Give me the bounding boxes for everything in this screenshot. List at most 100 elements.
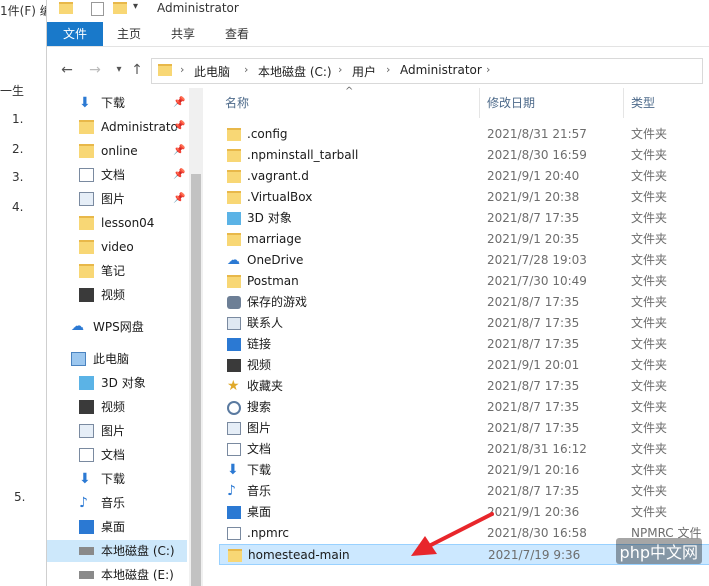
computer-icon [71,352,86,366]
3d-objects-icon [79,376,94,390]
up-button[interactable]: ↑ [127,60,147,80]
explorer-window: ▾ Administrator 文件 主页 共享 查看 ← → ▾ ↑ › 此电… [46,0,709,586]
file-row[interactable]: 视频 2021/9/1 20:01 文件夹 [219,355,709,376]
column-header-date[interactable]: 修改日期 [487,94,535,111]
sidebar-item-online[interactable]: online 📌 [47,140,187,162]
recent-locations-button[interactable]: ▾ [109,60,129,80]
sidebar-item-downloads-pc[interactable]: ⬇ 下载 [47,468,187,490]
folder-icon [227,191,241,204]
background-tree-item: 2. [12,142,24,156]
sidebar-item-documents-pc[interactable]: 文档 [47,444,187,466]
sidebar-item-administrator[interactable]: Administrato 📌 [47,116,187,138]
ribbon: 文件 主页 共享 查看 [47,22,709,47]
download-icon: ⬇ [79,95,91,111]
background-tree-item: 5. [14,490,26,504]
address-bar[interactable]: › 此电脑 › 本地磁盘 (C:) › 用户 › Administrator › [151,58,703,84]
tab-home[interactable]: 主页 [103,22,155,46]
file-row[interactable]: ★ 收藏夹 2021/8/7 17:35 文件夹 [219,376,709,397]
document-icon [79,448,94,462]
file-row[interactable]: .VirtualBox 2021/9/1 20:38 文件夹 [219,187,709,208]
sidebar-item-lesson04[interactable]: lesson04 [47,212,187,234]
title-bar: ▾ Administrator [47,0,709,20]
chevron-down-icon[interactable]: ▾ [133,1,138,12]
file-row[interactable]: marriage 2021/9/1 20:35 文件夹 [219,229,709,250]
tab-file[interactable]: 文件 [47,22,103,46]
contacts-icon [227,317,241,330]
tab-share[interactable]: 共享 [157,22,209,46]
document-icon [227,443,241,456]
video-icon [79,288,94,302]
file-row[interactable]: 链接 2021/8/7 17:35 文件夹 [219,334,709,355]
sidebar-item-pictures-pc[interactable]: 图片 [47,420,187,442]
tab-view[interactable]: 查看 [211,22,263,46]
folder-icon [59,2,73,14]
sidebar-item-local-disk-c[interactable]: 本地磁盘 (C:) [47,540,187,562]
back-button[interactable]: ← [57,60,77,80]
sidebar-item-pictures[interactable]: 图片 📌 [47,188,187,210]
forward-button[interactable]: → [85,60,105,80]
sidebar-item-notes[interactable]: 笔记 [47,260,187,282]
file-row[interactable]: .vagrant.d 2021/9/1 20:40 文件夹 [219,166,709,187]
sidebar-item-video[interactable]: video [47,236,187,258]
picture-icon [79,424,94,438]
file-row[interactable]: ⬇ 下载 2021/9/1 20:16 文件夹 [219,460,709,481]
scrollbar-thumb[interactable] [191,174,201,586]
column-header-name[interactable]: 名称 [225,94,249,111]
folder-icon [227,275,241,288]
folder-icon [79,264,94,278]
music-icon: ♪ [227,483,236,499]
annotation-arrow [411,512,494,556]
download-icon: ⬇ [227,462,239,478]
new-folder-icon[interactable] [113,2,127,14]
sidebar-item-local-disk-e[interactable]: 本地磁盘 (E:) [47,564,187,586]
favorites-icon: ★ [227,378,240,394]
pin-icon: 📌 [173,97,186,108]
folder-icon [227,170,241,183]
sidebar-item-videos[interactable]: 视频 [47,284,187,306]
video-icon [79,400,94,414]
sidebar-item-downloads[interactable]: ⬇ 下载 📌 [47,92,187,114]
window-title: Administrator [157,1,239,15]
navigation-scrollbar[interactable] [189,88,203,586]
file-row[interactable]: 联系人 2021/8/7 17:35 文件夹 [219,313,709,334]
file-row[interactable]: .npminstall_tarball 2021/8/30 16:59 文件夹 [219,145,709,166]
breadcrumb-users[interactable]: 用户 [352,63,376,80]
background-tree-item: 4. [12,200,24,214]
sidebar-item-documents[interactable]: 文档 📌 [47,164,187,186]
folder-icon [79,240,94,254]
chevron-right-icon: › [486,63,491,76]
file-row[interactable]: 3D 对象 2021/8/7 17:35 文件夹 [219,208,709,229]
column-divider[interactable] [623,88,624,118]
breadcrumb-administrator[interactable]: Administrator [400,63,482,77]
breadcrumb-local-disk-c[interactable]: 本地磁盘 (C:) [258,63,332,80]
background-tree-item: 1. [12,112,24,126]
sidebar-item-videos-pc[interactable]: 视频 [47,396,187,418]
sidebar-item-this-pc[interactable]: 此电脑 [47,348,187,370]
sidebar-item-desktop[interactable]: 桌面 [47,516,187,538]
chevron-right-icon: › [180,63,185,76]
folder-icon [227,149,241,162]
music-icon: ♪ [79,495,88,511]
properties-icon[interactable] [91,2,104,16]
file-row[interactable]: ☁ OneDrive 2021/7/28 19:03 文件夹 [219,250,709,271]
file-row[interactable]: 文档 2021/8/31 16:12 文件夹 [219,439,709,460]
watermark: php中文网 [615,538,702,564]
breadcrumb-this-pc[interactable]: 此电脑 [194,63,230,80]
file-row[interactable]: Postman 2021/7/30 10:49 文件夹 [219,271,709,292]
document-icon [79,168,94,182]
file-row[interactable]: .config 2021/8/31 21:57 文件夹 [219,124,709,145]
sidebar-item-3d-objects[interactable]: 3D 对象 [47,372,187,394]
background-tree-item: 3. [12,170,24,184]
folder-icon [79,216,94,230]
file-row[interactable]: 图片 2021/8/7 17:35 文件夹 [219,418,709,439]
sidebar-item-music[interactable]: ♪ 音乐 [47,492,187,514]
pin-icon: 📌 [173,193,186,204]
folder-icon [79,120,94,134]
sidebar-item-wps-cloud[interactable]: ☁ WPS网盘 [47,316,187,338]
background-window: 1件(F) 编 一生 1. 2. 3. 4. 5. [0,0,52,586]
column-divider[interactable] [479,88,480,118]
column-header-type[interactable]: 类型 [631,94,655,111]
file-row[interactable]: 搜索 2021/8/7 17:35 文件夹 [219,397,709,418]
file-row[interactable]: 保存的游戏 2021/8/7 17:35 文件夹 [219,292,709,313]
file-row[interactable]: ♪ 音乐 2021/8/7 17:35 文件夹 [219,481,709,502]
